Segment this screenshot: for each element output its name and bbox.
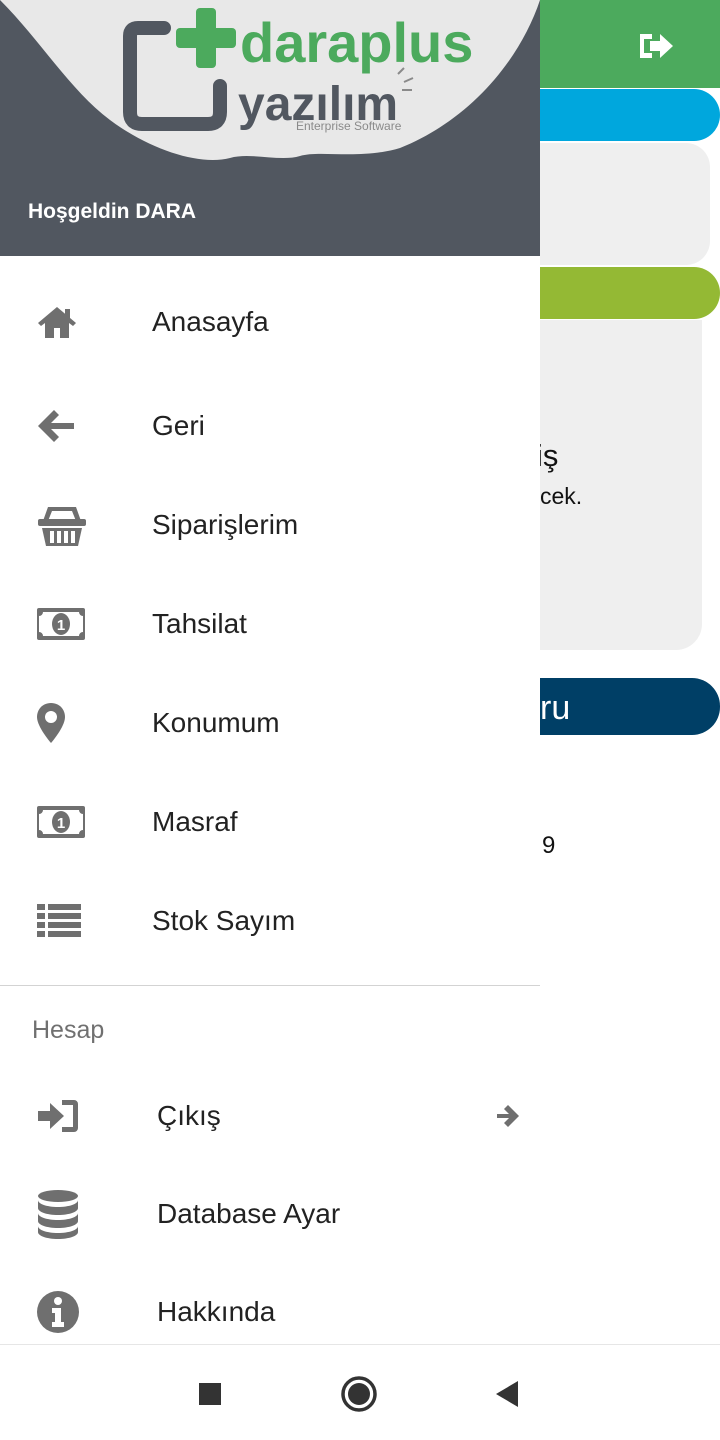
navigation-drawer: daraplus yazılım Enterprise Software Hoş… [0,0,540,1344]
screen: iş cek. ru 9 daraplus yazılım Enterprise… [0,0,720,1440]
partial-text: 9 [542,832,556,859]
section-title-hesap: Hesap [32,1016,105,1044]
menu-item-label: Anasayfa [152,306,269,337]
welcome-text: Hoşgeldin DARA [28,200,196,223]
menu-item-siparislerim[interactable]: Siparişlerim [0,477,540,573]
menu-item-label: Hakkında [157,1296,276,1327]
list-icon [36,893,92,949]
menu-item-label: Konumum [152,707,280,738]
drawer-divider [0,985,540,986]
svg-text:1: 1 [57,617,65,634]
menu-item-label: Database Ayar [157,1198,341,1229]
info-circle-icon [36,1284,92,1340]
exit-icon[interactable] [636,28,676,64]
basket-icon [36,497,92,553]
brand-logo: daraplus yazılım Enterprise Software [0,0,540,161]
menu-item-label: Masraf [152,806,238,837]
menu-item-cikis[interactable]: Çıkış [0,1068,540,1164]
menu-item-hakkinda[interactable]: Hakkında [0,1264,540,1344]
action-button-label: ru [540,689,571,727]
arrow-left-icon [36,398,92,454]
drawer-header: daraplus yazılım Enterprise Software Hoş… [0,0,540,256]
brand-tagline: Enterprise Software [296,119,402,133]
home-circle-icon[interactable] [334,1369,384,1419]
system-navigation-bar [0,1344,720,1440]
back-triangle-icon[interactable] [482,1369,532,1419]
menu-item-label: Çıkış [157,1100,221,1131]
menu-item-konumum[interactable]: Konumum [0,675,540,771]
menu-item-label: Geri [152,410,205,441]
menu-item-tahsilat[interactable]: 1 Tahsilat [0,576,540,672]
menu-item-geri[interactable]: Geri [0,378,540,474]
money-bill-icon: 1 [36,794,92,850]
menu-item-label: Stok Sayım [152,905,296,936]
money-bill-icon: 1 [36,596,92,652]
menu-item-masraf[interactable]: 1 Masraf [0,774,540,870]
partial-text: cek. [540,483,583,509]
recents-square-icon[interactable] [185,1369,235,1419]
sign-in-icon [36,1088,92,1144]
home-icon [36,294,92,350]
map-marker-icon [36,695,92,751]
brand-name: daraplus [240,11,473,74]
menu-item-label: Tahsilat [152,608,247,639]
database-icon [36,1186,92,1242]
menu-item-anasayfa[interactable]: Anasayfa [0,274,540,370]
arrow-right-icon [497,1105,519,1127]
menu-item-label: Siparişlerim [152,509,299,540]
svg-text:1: 1 [57,815,65,832]
menu-item-database-ayar[interactable]: Database Ayar [0,1166,540,1262]
menu-item-stok-sayim[interactable]: Stok Sayım [0,873,540,969]
